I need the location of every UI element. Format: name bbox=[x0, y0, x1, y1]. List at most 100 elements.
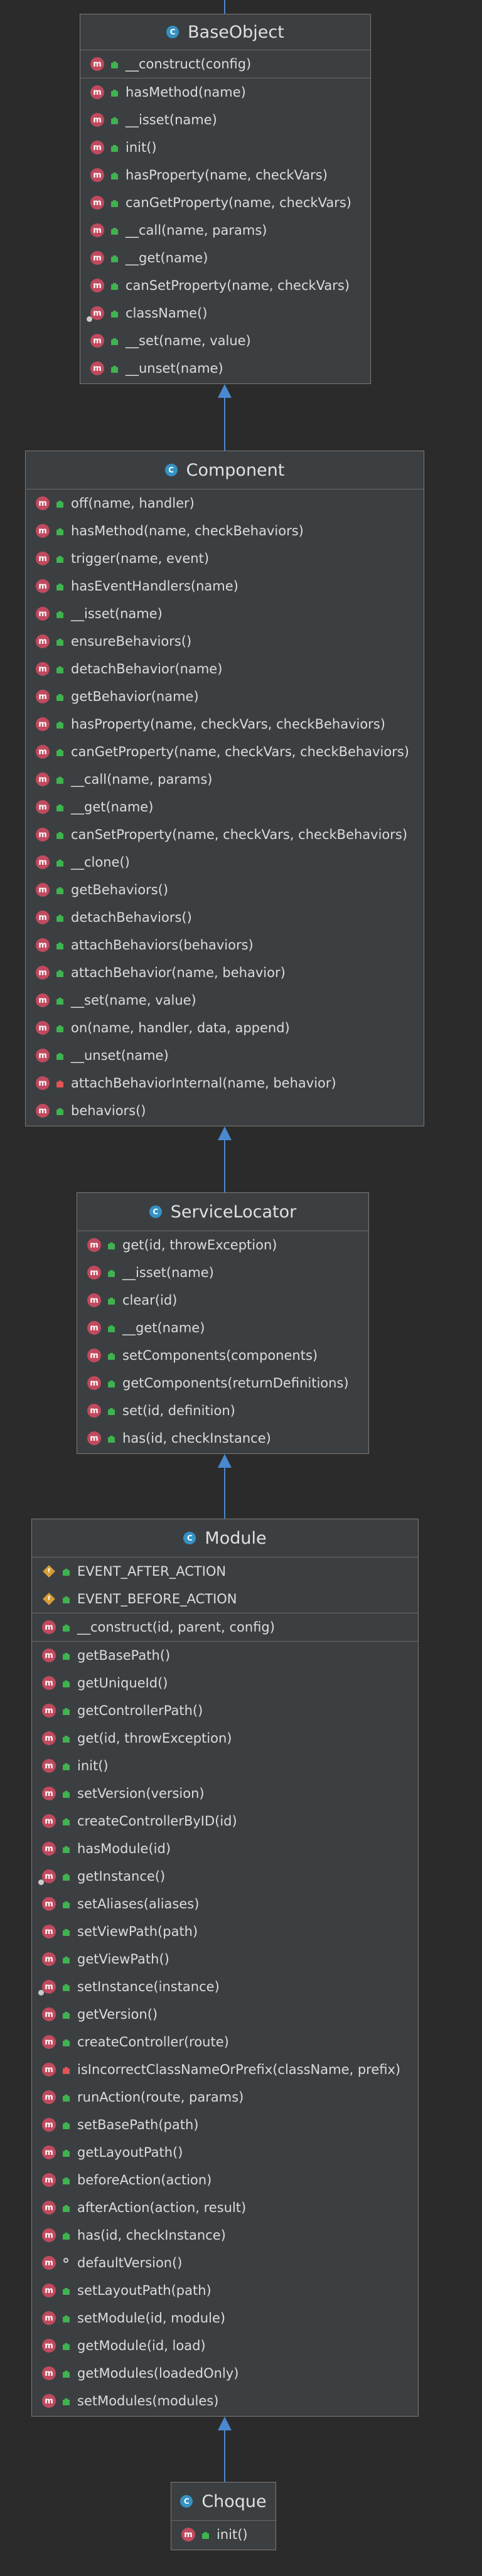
method-row[interactable]: m __clone() bbox=[26, 848, 424, 876]
method-row[interactable]: m runAction(route, params) bbox=[32, 2083, 418, 2111]
method-row[interactable]: m ensureBehaviors() bbox=[26, 628, 424, 655]
method-row[interactable]: m getBehaviors() bbox=[26, 876, 424, 904]
method-row[interactable]: m on(name, handler, data, append) bbox=[26, 1014, 424, 1042]
method-row[interactable]: m __isset(name) bbox=[26, 600, 424, 628]
method-row[interactable]: m attachBehavior(name, behavior) bbox=[26, 959, 424, 986]
method-row[interactable]: m setComponents(components) bbox=[77, 1342, 368, 1369]
method-row[interactable]: m isIncorrectClassNameOrPrefix(className,… bbox=[32, 2056, 418, 2083]
class-header[interactable]: C ServiceLocator bbox=[77, 1193, 368, 1231]
public-lock-icon bbox=[105, 1377, 117, 1389]
method-row[interactable]: m createController(route) bbox=[32, 2028, 418, 2056]
method-row[interactable]: m attachBehaviors(behaviors) bbox=[26, 931, 424, 959]
method-row[interactable]: m __call(name, params) bbox=[26, 766, 424, 793]
method-row[interactable]: m __construct(id, parent, config) bbox=[32, 1613, 418, 1641]
method-row[interactable]: m getControllerPath() bbox=[32, 1697, 418, 1724]
method-row[interactable]: m setModules(modules) bbox=[32, 2387, 418, 2415]
method-row[interactable]: m __construct(config) bbox=[80, 50, 370, 78]
method-icon: m bbox=[42, 2007, 56, 2021]
member-section: m getBasePath() m getUniqueId() m getControll… bbox=[32, 1642, 418, 2415]
member-label: __isset(name) bbox=[71, 606, 163, 621]
method-row[interactable]: m __isset(name) bbox=[80, 106, 370, 134]
method-row[interactable]: m createControllerByID(id) bbox=[32, 1807, 418, 1835]
method-icon: m bbox=[90, 168, 104, 182]
method-row[interactable]: m detachBehaviors() bbox=[26, 904, 424, 931]
method-row[interactable]: m __unset(name) bbox=[80, 355, 370, 382]
constant-row[interactable]: f EVENT_AFTER_ACTION bbox=[32, 1558, 418, 1585]
public-lock-icon bbox=[53, 1104, 66, 1117]
method-row[interactable]: m attachBehaviorInternal(name, behavior) bbox=[26, 1069, 424, 1097]
method-row[interactable]: m off(name, handler) bbox=[26, 489, 424, 517]
method-row[interactable]: m __get(name) bbox=[77, 1314, 368, 1342]
class-box-servicelocator[interactable]: C ServiceLocator m get(id, throwException) m… bbox=[77, 1192, 369, 1454]
method-row[interactable]: m beforeAction(action) bbox=[32, 2166, 418, 2194]
method-row[interactable]: m getInstance() bbox=[32, 1863, 418, 1890]
method-row[interactable]: m setInstance(instance) bbox=[32, 1973, 418, 2001]
method-row[interactable]: m afterAction(action, result) bbox=[32, 2194, 418, 2221]
method-row[interactable]: m setBasePath(path) bbox=[32, 2111, 418, 2139]
class-box-choque[interactable]: C Choque m init() bbox=[171, 2482, 276, 2550]
class-icon: C bbox=[164, 464, 178, 476]
class-box-component[interactable]: C Component m off(name, handler) m hasMethod(… bbox=[25, 451, 424, 1126]
method-row[interactable]: m __get(name) bbox=[26, 793, 424, 821]
method-row[interactable]: m canGetProperty(name, checkVars, checkBe… bbox=[26, 738, 424, 766]
method-row[interactable]: m getModules(loadedOnly) bbox=[32, 2360, 418, 2387]
member-label: getVersion() bbox=[77, 2007, 158, 2022]
method-row[interactable]: m __get(name) bbox=[80, 244, 370, 272]
method-row[interactable]: m getComponents(returnDefinitions) bbox=[77, 1369, 368, 1397]
method-row[interactable]: m get(id, throwException) bbox=[32, 1724, 418, 1752]
public-lock-icon bbox=[53, 497, 66, 510]
method-row[interactable]: m __set(name, value) bbox=[26, 986, 424, 1014]
method-row[interactable]: m setAliases(aliases) bbox=[32, 1890, 418, 1918]
method-row[interactable]: m getUniqueId() bbox=[32, 1669, 418, 1697]
method-row[interactable]: m hasModule(id) bbox=[32, 1835, 418, 1863]
public-lock-icon bbox=[108, 58, 120, 70]
class-header[interactable]: C BaseObject bbox=[80, 14, 370, 50]
method-row[interactable]: m init() bbox=[80, 134, 370, 161]
class-header[interactable]: C Module bbox=[32, 1519, 418, 1558]
method-row[interactable]: m hasMethod(name, checkBehaviors) bbox=[26, 517, 424, 545]
method-row[interactable]: m canSetProperty(name, checkVars) bbox=[80, 272, 370, 299]
method-row[interactable]: m setViewPath(path) bbox=[32, 1918, 418, 1945]
method-icon: m bbox=[42, 1759, 56, 1773]
method-row[interactable]: m get(id, throwException) bbox=[77, 1231, 368, 1259]
method-row[interactable]: m init() bbox=[171, 2521, 276, 2548]
method-row[interactable]: m getModule(id, load) bbox=[32, 2332, 418, 2360]
method-row[interactable]: m getBasePath() bbox=[32, 1642, 418, 1669]
method-row[interactable]: m __set(name, value) bbox=[80, 327, 370, 355]
class-box-baseobject[interactable]: C BaseObject m __construct(config) m hasMetho… bbox=[80, 14, 371, 384]
method-row[interactable]: m hasMethod(name) bbox=[80, 78, 370, 106]
method-row[interactable]: m defaultVersion() bbox=[32, 2249, 418, 2277]
method-icon: m bbox=[42, 1649, 56, 1662]
method-row[interactable]: m getViewPath() bbox=[32, 1945, 418, 1973]
method-row[interactable]: m behaviors() bbox=[26, 1097, 424, 1125]
method-row[interactable]: m hasProperty(name, checkVars, checkBehav… bbox=[26, 710, 424, 738]
method-row[interactable]: m __call(name, params) bbox=[80, 216, 370, 244]
method-row[interactable]: m detachBehavior(name) bbox=[26, 655, 424, 683]
method-row[interactable]: m getLayoutPath() bbox=[32, 2139, 418, 2166]
method-row[interactable]: m clear(id) bbox=[77, 1286, 368, 1314]
method-row[interactable]: m canGetProperty(name, checkVars) bbox=[80, 189, 370, 216]
method-row[interactable]: m __isset(name) bbox=[77, 1259, 368, 1286]
method-row[interactable]: m hasProperty(name, checkVars) bbox=[80, 161, 370, 189]
method-row[interactable]: m trigger(name, event) bbox=[26, 545, 424, 572]
method-row[interactable]: m set(id, definition) bbox=[77, 1397, 368, 1424]
method-row[interactable]: m setModule(id, module) bbox=[32, 2304, 418, 2332]
constant-row[interactable]: f EVENT_BEFORE_ACTION bbox=[32, 1585, 418, 1613]
method-row[interactable]: m __unset(name) bbox=[26, 1042, 424, 1069]
method-row[interactable]: m canSetProperty(name, checkVars, checkBe… bbox=[26, 821, 424, 848]
method-row[interactable]: m has(id, checkInstance) bbox=[77, 1424, 368, 1452]
method-icon: m bbox=[36, 524, 50, 538]
method-row[interactable]: m has(id, checkInstance) bbox=[32, 2221, 418, 2249]
class-header[interactable]: C Component bbox=[26, 451, 424, 489]
method-row[interactable]: m hasEventHandlers(name) bbox=[26, 572, 424, 600]
class-name: Component bbox=[186, 460, 285, 480]
class-box-module[interactable]: C Module f EVENT_AFTER_ACTION f EVENT_BEFORE_… bbox=[31, 1519, 419, 2417]
method-row[interactable]: m init() bbox=[32, 1752, 418, 1780]
class-header[interactable]: C Choque bbox=[171, 2482, 276, 2521]
method-row[interactable]: m setLayoutPath(path) bbox=[32, 2277, 418, 2304]
method-row[interactable]: m getBehavior(name) bbox=[26, 683, 424, 710]
method-row[interactable]: m setVersion(version) bbox=[32, 1780, 418, 1807]
public-lock-icon bbox=[53, 580, 66, 592]
method-row[interactable]: m getVersion() bbox=[32, 2001, 418, 2028]
method-row[interactable]: m className() bbox=[80, 299, 370, 327]
